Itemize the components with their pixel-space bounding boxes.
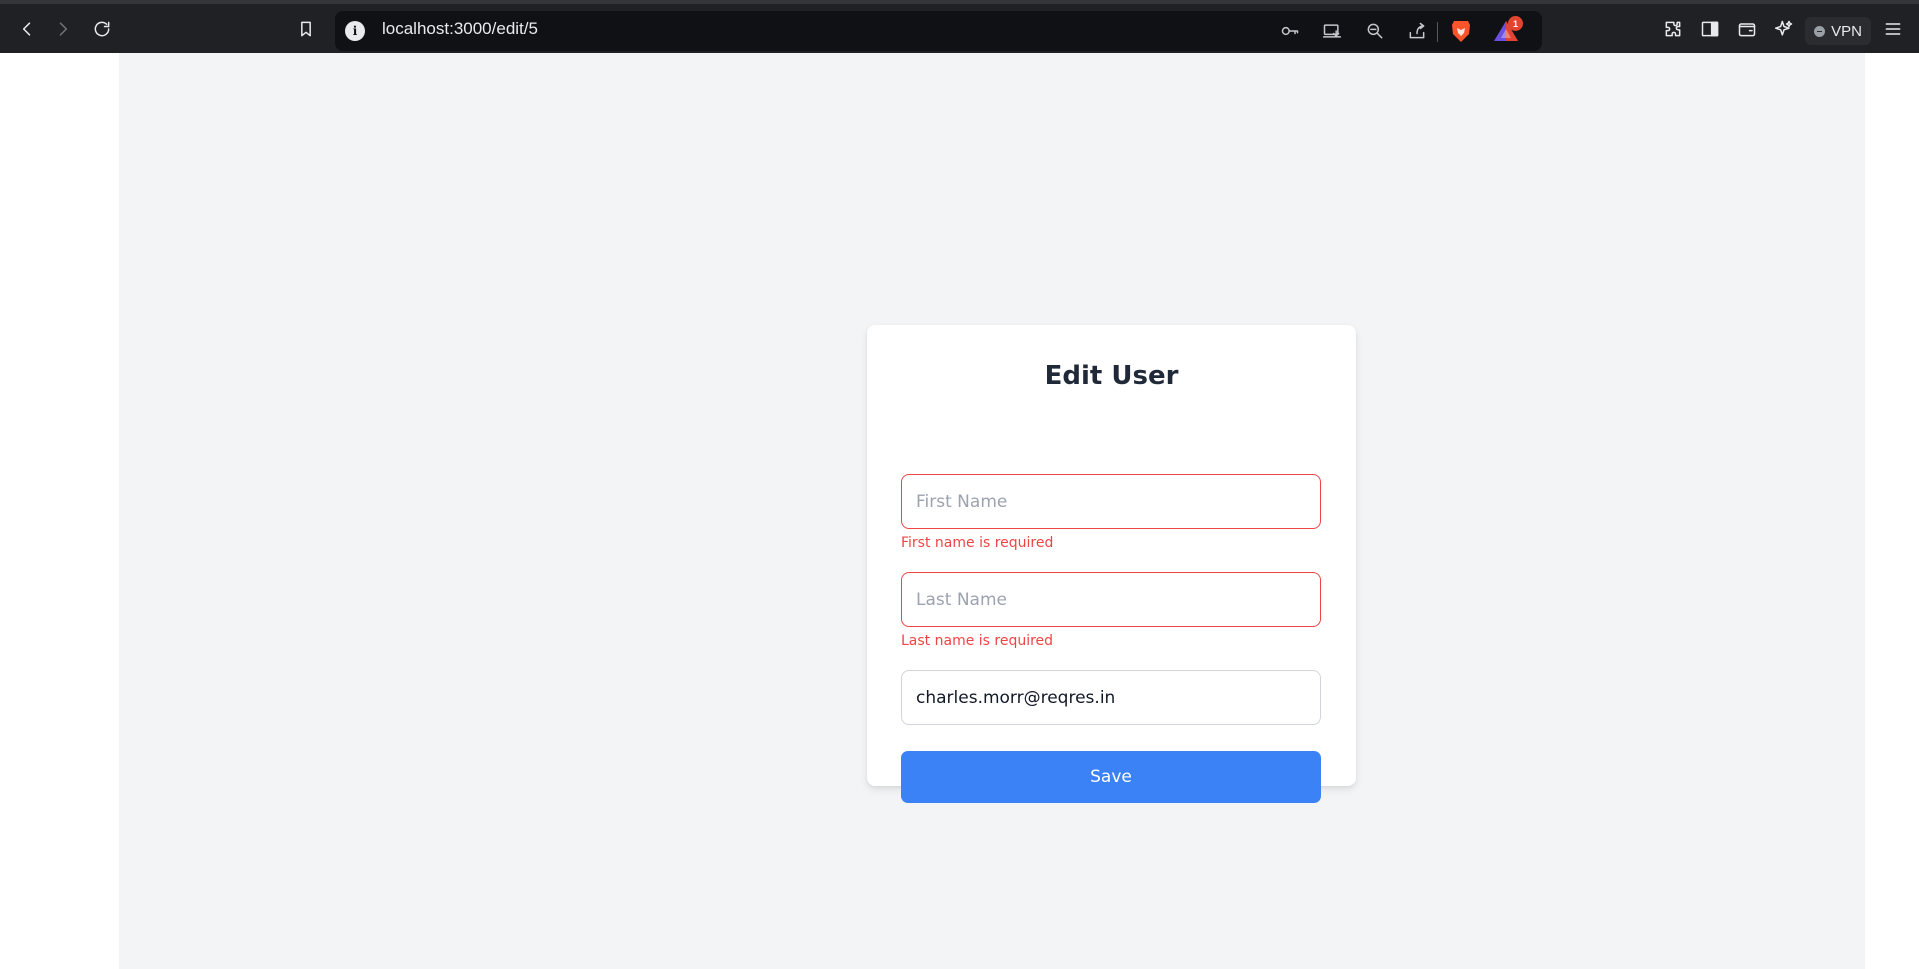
vpn-button[interactable]: VPN [1805,17,1871,45]
leo-ai-icon[interactable] [1771,16,1797,42]
password-key-icon[interactable] [1278,19,1302,43]
edit-user-card: Edit User First name is required Last na… [867,325,1356,803]
notification-badge: 1 [1508,16,1523,31]
vpn-status-icon [1814,25,1826,37]
wallet-icon[interactable] [1734,16,1760,42]
back-icon[interactable] [14,16,40,42]
last-name-input[interactable] [901,572,1321,627]
first-name-input[interactable] [901,474,1321,529]
share-icon[interactable] [1405,19,1429,43]
vpn-label: VPN [1831,22,1862,40]
app-background: Edit User First name is required Last na… [119,53,1865,969]
browser-toolbar: i localhost:3000/edit/5 1 VPN [0,0,1919,53]
zoom-icon[interactable] [1363,19,1387,43]
reload-icon[interactable] [89,16,115,42]
email-input[interactable] [901,670,1321,725]
url-text[interactable]: localhost:3000/edit/5 [382,19,538,39]
site-info-icon[interactable]: i [345,21,365,41]
extensions-icon[interactable] [1660,16,1686,42]
omnibox-divider [1437,22,1438,42]
last-name-error: Last name is required [901,633,1054,649]
bookmark-icon[interactable] [293,16,319,42]
save-button[interactable]: Save [901,751,1321,803]
address-bar[interactable]: i localhost:3000/edit/5 [335,11,1542,51]
brave-shields-icon[interactable] [1450,19,1472,43]
page-title: Edit User [1044,361,1179,391]
menu-icon[interactable] [1880,16,1906,42]
first-name-error: First name is required [901,535,1054,551]
forward-icon[interactable] [50,16,76,42]
sidebar-icon[interactable] [1697,16,1723,42]
page-viewport: Edit User First name is required Last na… [0,53,1919,969]
install-app-icon[interactable] [1320,19,1344,43]
